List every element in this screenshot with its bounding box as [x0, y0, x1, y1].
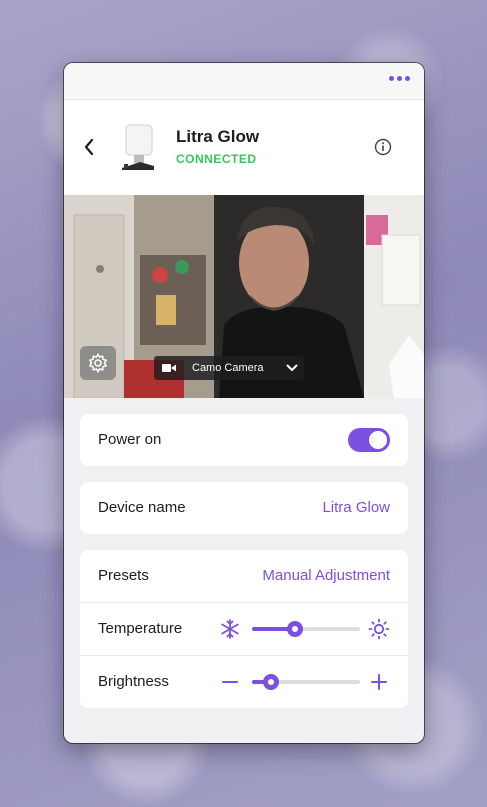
minus-icon[interactable]	[219, 671, 241, 693]
video-camera-icon	[162, 364, 176, 372]
brightness-label: Brightness	[98, 673, 169, 690]
title-bar	[64, 63, 424, 100]
plus-icon[interactable]	[368, 671, 390, 693]
device-title: Litra Glow	[176, 127, 260, 146]
power-label: Power on	[98, 431, 162, 448]
brightness-slider[interactable]	[252, 674, 360, 690]
temperature-row: Temperature	[80, 602, 408, 655]
device-name-row[interactable]: Device name Litra Glow	[80, 482, 408, 534]
device-name-value[interactable]: Litra Glow	[322, 499, 390, 516]
temperature-slider[interactable]	[252, 621, 360, 637]
camera-preview: Camo Camera	[64, 195, 424, 398]
connection-status: CONNECTED	[176, 152, 257, 166]
light-settings-card: Presets Manual Adjustment Temperature Br…	[80, 550, 408, 708]
temperature-label: Temperature	[98, 620, 183, 637]
chevron-down-icon	[286, 364, 298, 371]
power-row: Power on	[80, 414, 408, 466]
brightness-thumb[interactable]	[263, 674, 280, 690]
toggle-knob	[369, 431, 387, 449]
device-thumbnail	[122, 124, 154, 170]
temperature-thumb[interactable]	[287, 621, 304, 637]
power-toggle[interactable]	[348, 428, 390, 452]
gear-icon	[88, 353, 108, 373]
camera-source-dropdown[interactable]: Camo Camera	[154, 356, 304, 380]
info-icon[interactable]	[374, 138, 392, 156]
device-name-label: Device name	[98, 499, 186, 516]
device-name-card: Device name Litra Glow	[80, 482, 408, 534]
more-icon[interactable]	[389, 76, 410, 81]
app-window: Litra Glow CONNECTED Camo Camera Power o…	[64, 63, 424, 743]
presets-row[interactable]: Presets Manual Adjustment	[80, 550, 408, 602]
snowflake-icon[interactable]	[219, 618, 241, 640]
presets-label: Presets	[98, 567, 149, 584]
device-header: Litra Glow CONNECTED	[64, 100, 424, 196]
presets-value[interactable]: Manual Adjustment	[262, 567, 390, 584]
back-icon[interactable]	[82, 137, 96, 157]
sun-icon[interactable]	[368, 618, 390, 640]
camera-settings-button[interactable]	[80, 346, 116, 380]
brightness-row: Brightness	[80, 655, 408, 708]
power-card: Power on	[80, 414, 408, 466]
camera-source-label: Camo Camera	[192, 362, 264, 374]
